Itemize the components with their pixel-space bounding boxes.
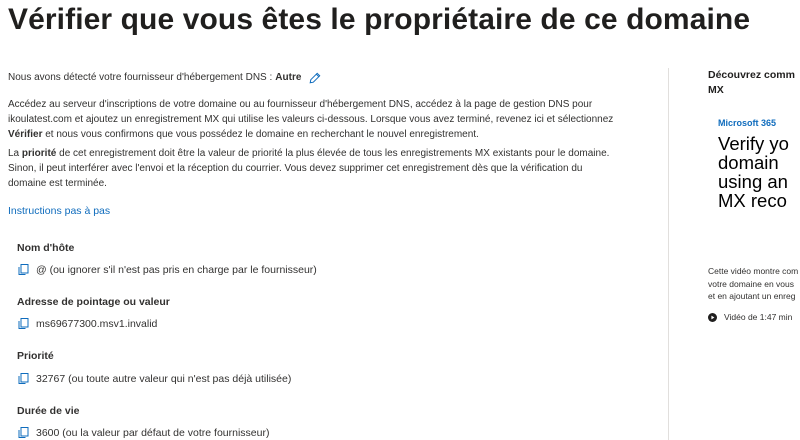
points-to-label: Adresse de pointage ou valeur [17, 296, 170, 308]
microsoft-365-brand: Microsoft 365 [718, 118, 777, 128]
verify-keyword: Vérifier [8, 129, 43, 140]
paragraph-line: Sinon, il peut interférer avec l'envoi e… [8, 163, 583, 174]
priority-value: 32767 (ou toute autre valeur qui n'est p… [17, 372, 291, 385]
video-headline: Verify yo domain using an MX reco [718, 133, 789, 211]
step-by-step-link[interactable]: Instructions pas à pas [8, 205, 110, 217]
instructions-paragraph: Accédez au serveur d'inscriptions de vot… [8, 97, 638, 142]
dns-provider-name: Autre [275, 72, 302, 83]
copy-icon[interactable] [17, 372, 30, 385]
paragraph-text: La [8, 148, 20, 159]
paragraph-line: La priorité de cet enregistrement doit ê… [8, 146, 638, 161]
paragraph-line: domaine est terminée. [8, 178, 107, 189]
video-description: Cette vidéo montre com votre domaine en … [708, 266, 799, 301]
video-thumbnail[interactable]: Microsoft 365 Verify yo domain using an … [718, 118, 800, 238]
ttl-label: Durée de vie [17, 405, 80, 417]
ttl-text: 3600 (ou la valeur par défaut de votre f… [36, 426, 270, 439]
points-to-value: ms69677300.msv1.invalid [17, 317, 157, 330]
dns-provider-text: Nous avons détecté votre fournisseur d'h… [8, 72, 273, 83]
copy-icon[interactable] [17, 426, 30, 439]
page-title: Vérifier que vous êtes le propriétaire d… [8, 3, 751, 36]
vertical-divider [668, 68, 669, 440]
video-sidebar: Découvrez comm MX Microsoft 365 Verify y… [708, 0, 800, 440]
paragraph-line: ikoulatest.com et ajoutez un enregistrem… [8, 114, 614, 125]
play-icon [708, 312, 717, 322]
paragraph-line: Vérifier et nous vous confirmons que vou… [8, 127, 638, 142]
copy-icon[interactable] [17, 263, 30, 276]
host-name-label: Nom d'hôte [17, 242, 75, 254]
priority-keyword: priorité [21, 148, 57, 159]
dns-provider-line: Nous avons détecté votre fournisseur d'h… [8, 70, 638, 85]
play-video-button[interactable]: Vidéo de 1:47 min [708, 312, 792, 322]
priority-paragraph: La priorité de cet enregistrement doit ê… [8, 146, 638, 191]
host-name-text: @ (ou ignorer s'il n'est pas pris en cha… [36, 263, 317, 276]
pencil-icon[interactable] [309, 72, 321, 84]
priority-text: 32767 (ou toute autre valeur qui n'est p… [36, 372, 292, 385]
priority-label: Priorité [17, 350, 54, 362]
paragraph-line: Accédez au serveur d'inscriptions de vot… [8, 99, 593, 110]
sidebar-title: Découvrez comm MX [708, 69, 795, 96]
video-duration-text: Vidéo de 1:47 min [724, 312, 793, 322]
host-name-value: @ (ou ignorer s'il n'est pas pris en cha… [17, 263, 317, 276]
copy-icon[interactable] [17, 317, 30, 330]
paragraph-text: de cet enregistrement doit être la valeu… [59, 148, 610, 159]
paragraph-text: et nous vous confirmons que vous posséde… [45, 129, 479, 140]
points-to-text: ms69677300.msv1.invalid [36, 317, 158, 330]
ttl-value: 3600 (ou la valeur par défaut de votre f… [17, 426, 269, 439]
